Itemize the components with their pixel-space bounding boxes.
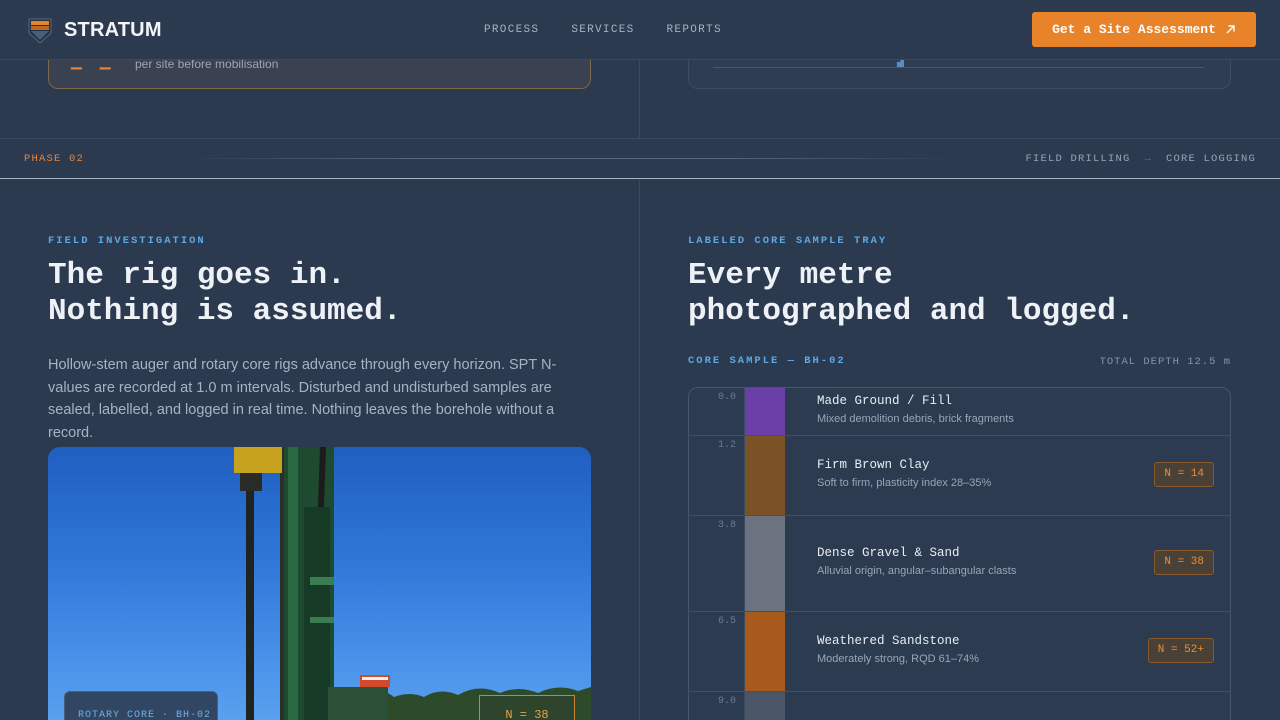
right-eyebrow: LABELED CORE SAMPLE TRAY <box>688 235 888 247</box>
phase-breadcrumb: FIELD DRILLING → CORE LOGGING <box>1025 153 1256 165</box>
drill-rig-illustration <box>234 447 591 720</box>
stratum-logo-icon[interactable] <box>27 15 53 45</box>
layer-description: Moderately strong, RQD 61–74% <box>817 653 980 665</box>
drill-rig-photo: ROTARY CORE · BH-02 N = 38 <box>48 447 591 720</box>
phase-bar: PHASE 02 FIELD DRILLING → CORE LOGGING <box>0 138 1280 179</box>
nav-process[interactable]: PROCESS <box>484 24 539 36</box>
layer-depth: 0.0 <box>689 388 745 435</box>
layer-depth: 9.0 <box>689 692 745 720</box>
left-headline-line-2: Nothing is assumed. <box>48 294 402 329</box>
arrow-up-right-icon <box>1226 25 1235 34</box>
photo-caption: ROTARY CORE · BH-02 <box>64 691 218 720</box>
core-tray-total-depth: TOTAL DEPTH 12.5 m <box>1099 356 1231 368</box>
left-eyebrow: FIELD INVESTIGATION <box>48 235 206 247</box>
layer-description: Soft to firm, plasticity index 28–35% <box>817 477 992 489</box>
core-tray-header: CORE SAMPLE — BH-02 TOTAL DEPTH 12.5 m <box>688 355 1231 371</box>
layer-depth: 6.5 <box>689 612 745 691</box>
left-headline-line-1: The rig goes in. <box>48 258 346 293</box>
right-headline-line-2: photographed and logged. <box>688 294 1135 329</box>
core-layer[interactable]: 0.0 Made Ground / Fill Mixed demolition … <box>689 388 1230 436</box>
chart-baseline <box>713 67 1204 68</box>
core-layer[interactable]: 3.8 Dense Gravel & Sand Alluvial origin,… <box>689 516 1230 612</box>
main-nav: PROCESS SERVICES REPORTS <box>484 24 722 36</box>
layer-swatch <box>745 436 785 515</box>
layer-depth: 1.2 <box>689 436 745 515</box>
left-lead-paragraph: Hollow-stem auger and rotary core rigs a… <box>48 357 557 441</box>
spt-n-badge: N = 52+ <box>1147 638 1214 663</box>
layer-depth: 3.8 <box>689 516 745 611</box>
column-divider <box>639 60 640 138</box>
spt-n-badge: N = 38 <box>1154 550 1214 575</box>
spt-n-badge: N = 14 <box>1154 462 1214 487</box>
crumb-arrow-icon: → <box>1144 153 1152 165</box>
phase-rule <box>180 158 960 159</box>
layer-swatch <box>745 692 785 720</box>
nav-reports[interactable]: REPORTS <box>667 24 722 36</box>
spt-value-tag: N = 38 <box>479 695 575 720</box>
column-divider <box>639 180 640 720</box>
layer-swatch <box>745 516 785 611</box>
layer-name: Firm Brown Clay <box>817 458 930 472</box>
right-headline-line-1: Every metre <box>688 258 893 293</box>
core-tray-title: CORE SAMPLE — BH-02 <box>688 355 846 367</box>
core-layer[interactable]: 9.0 <box>689 692 1230 720</box>
brand-name[interactable]: STRATUM <box>64 19 162 42</box>
right-headline: Every metre photographed and logged. <box>688 258 1134 330</box>
site-header: STRATUM PROCESS SERVICES REPORTS Get a S… <box>0 0 1280 60</box>
phase-label: PHASE 02 <box>24 153 85 165</box>
core-sample-tray: 0.0 Made Ground / Fill Mixed demolition … <box>688 387 1231 720</box>
layer-swatch <box>745 612 785 691</box>
crumb-core-logging: CORE LOGGING <box>1165 153 1256 165</box>
nav-services[interactable]: SERVICES <box>571 24 634 36</box>
layer-name: Dense Gravel & Sand <box>817 546 960 560</box>
site-assessment-button[interactable]: Get a Site Assessment <box>1032 12 1256 47</box>
crumb-field-drilling: FIELD DRILLING <box>1025 153 1131 165</box>
layer-name: Weathered Sandstone <box>817 634 960 648</box>
layer-description: Alluvial origin, angular–subangular clas… <box>817 565 1017 577</box>
layer-name: Made Ground / Fill <box>817 394 953 408</box>
core-layer[interactable]: 6.5 Weathered Sandstone Moderately stron… <box>689 612 1230 692</box>
layer-swatch <box>745 388 785 435</box>
core-layer[interactable]: 1.2 Firm Brown Clay Soft to firm, plasti… <box>689 436 1230 516</box>
layer-description: Mixed demolition debris, brick fragments <box>817 413 1014 425</box>
cta-label: Get a Site Assessment <box>1052 22 1216 37</box>
left-headline: The rig goes in. Nothing is assumed. <box>48 258 401 330</box>
